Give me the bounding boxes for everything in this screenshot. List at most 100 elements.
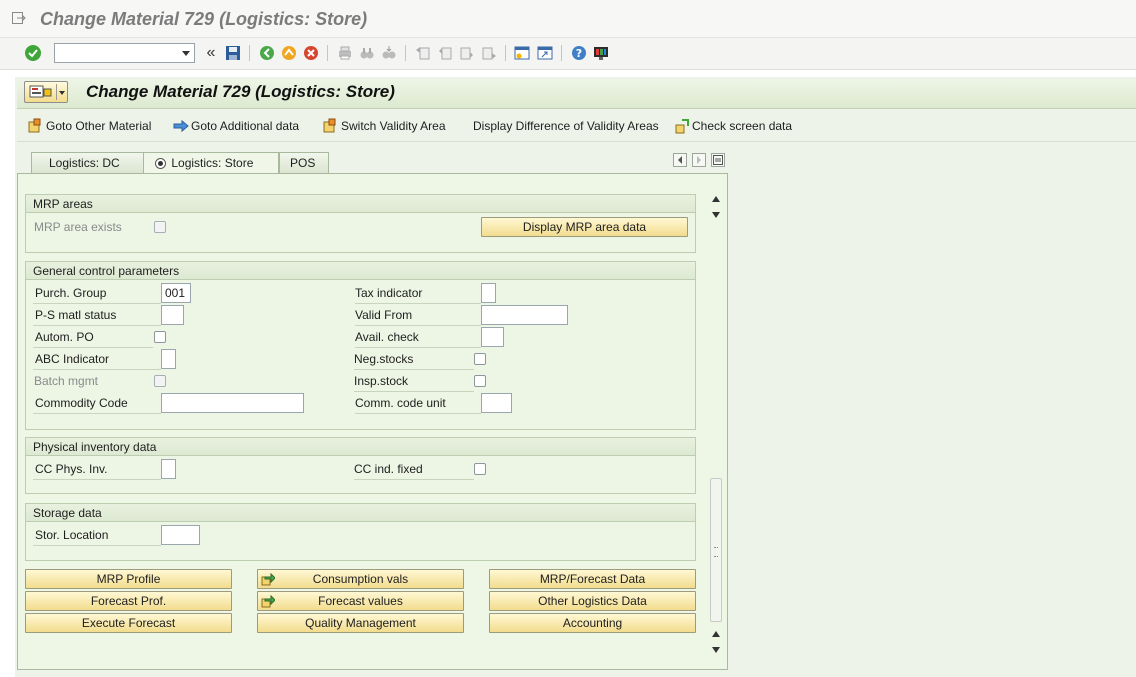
customize-layout-icon[interactable] [592, 44, 610, 62]
switch-validity-area-label: Switch Validity Area [341, 119, 446, 133]
mrp-forecast-data-button[interactable]: MRP/Forecast Data [489, 569, 696, 589]
find-next-icon[interactable] [380, 44, 398, 62]
cc-ind-fixed-checkbox[interactable] [474, 463, 486, 475]
stor-location-label: Stor. Location [33, 526, 161, 546]
quality-management-button[interactable]: Quality Management [257, 613, 464, 633]
next-page-icon[interactable] [458, 44, 476, 62]
standard-toolbar: « ? [0, 38, 1136, 70]
tax-indicator-input[interactable] [481, 283, 496, 303]
material-icon [28, 118, 44, 134]
tab-list-icon [713, 155, 723, 165]
vertical-scrollbar[interactable] [708, 190, 724, 660]
avail-check-input[interactable] [481, 327, 504, 347]
goto-other-material-button[interactable]: Goto Other Material [28, 117, 151, 135]
tab-pos[interactable]: POS [279, 152, 329, 173]
collapse-icon[interactable]: « [202, 44, 220, 62]
svg-text:?: ? [576, 47, 582, 60]
system-menu-button[interactable] [24, 81, 68, 103]
batch-mgmt-checkbox[interactable] [154, 375, 166, 387]
comm-code-unit-input[interactable] [481, 393, 512, 413]
group-title: Storage data [26, 504, 695, 522]
forecast-values-label: Forecast values [318, 594, 403, 608]
forecast-prof-button[interactable]: Forecast Prof. [25, 591, 232, 611]
tab-scroll-right-button[interactable] [692, 153, 706, 167]
window-title: Change Material 729 (Logistics: Store) [40, 9, 368, 29]
ps-matl-status-input[interactable] [161, 305, 184, 325]
goto-additional-data-label: Goto Additional data [191, 119, 300, 133]
group-title: MRP areas [26, 195, 695, 213]
comm-code-unit-label: Comm. code unit [355, 394, 481, 414]
cc-phys-inv-label: CC Phys. Inv. [33, 460, 161, 480]
window-title-bar: Change Material 729 (Logistics: Store) [0, 0, 1136, 38]
commodity-code-input[interactable] [161, 393, 304, 413]
switch-validity-area-button[interactable]: Switch Validity Area [323, 117, 446, 135]
display-mrp-area-data-button[interactable]: Display MRP area data [481, 217, 688, 237]
command-field[interactable] [54, 43, 195, 63]
page-title: Change Material 729 (Logistics: Store) [86, 82, 395, 101]
valid-from-input[interactable] [481, 305, 568, 325]
print-icon[interactable] [336, 44, 354, 62]
abc-indicator-label: ABC Indicator [33, 350, 161, 370]
tab-label: Logistics: Store [171, 156, 254, 170]
ps-matl-status-label: P-S matl status [33, 306, 161, 326]
first-page-icon[interactable] [414, 44, 432, 62]
consumption-vals-button[interactable]: Consumption vals [257, 569, 464, 589]
mrp-profile-button[interactable]: MRP Profile [25, 569, 232, 589]
valid-from-label: Valid From [355, 306, 481, 326]
group-title: General control parameters [26, 262, 695, 280]
tab-label: Logistics: DC [49, 156, 120, 170]
autom-po-checkbox[interactable] [154, 331, 166, 343]
stor-location-input[interactable] [161, 525, 200, 545]
check-screen-data-button[interactable]: Check screen data [674, 117, 792, 135]
cancel-icon[interactable] [302, 44, 320, 62]
commodity-code-label: Commodity Code [33, 394, 161, 414]
display-difference-button[interactable]: Display Difference of Validity Areas [473, 117, 659, 135]
other-logistics-data-button[interactable]: Other Logistics Data [489, 591, 696, 611]
check-screen-data-label: Check screen data [692, 119, 793, 133]
tab-list-button[interactable] [711, 153, 725, 167]
neg-stocks-checkbox[interactable] [474, 353, 486, 365]
goto-arrow-icon [261, 572, 275, 586]
goto-additional-data-button[interactable]: Goto Additional data [173, 117, 299, 135]
menu-exit-icon[interactable] [12, 12, 26, 24]
insp-stock-label: Insp.stock [354, 372, 474, 392]
forecast-values-button[interactable]: Forecast values [257, 591, 464, 611]
mrp-area-exists-checkbox[interactable] [154, 221, 166, 233]
tab-logistics-dc[interactable]: Logistics: DC [31, 152, 145, 173]
chevron-down-icon [59, 91, 65, 95]
scroll-down-icon[interactable] [712, 212, 720, 218]
previous-page-icon[interactable] [436, 44, 454, 62]
tab-logistics-store[interactable]: Logistics: Store [143, 152, 279, 174]
scroll-thumb[interactable] [710, 478, 722, 622]
purch-group-input[interactable]: 001 [161, 283, 191, 303]
help-icon[interactable]: ? [570, 44, 588, 62]
insp-stock-checkbox[interactable] [474, 375, 486, 387]
find-icon[interactable] [358, 44, 376, 62]
exit-icon[interactable] [280, 44, 298, 62]
save-icon[interactable] [224, 44, 242, 62]
tab-label: POS [290, 156, 316, 170]
accounting-button[interactable]: Accounting [489, 613, 696, 633]
tab-scroll-left-button[interactable] [673, 153, 687, 167]
display-difference-label: Display Difference of Validity Areas [473, 119, 659, 133]
goto-other-material-label: Goto Other Material [46, 119, 152, 133]
last-page-icon[interactable] [480, 44, 498, 62]
autom-po-label: Autom. PO [33, 328, 153, 348]
neg-stocks-label: Neg.stocks [354, 350, 474, 370]
switch-icon [323, 118, 339, 134]
abc-indicator-input[interactable] [161, 349, 176, 369]
back-icon[interactable] [258, 44, 276, 62]
arrow-right-icon [173, 118, 189, 134]
shortcut-icon[interactable] [536, 44, 554, 62]
consumption-vals-label: Consumption vals [312, 572, 409, 586]
create-session-icon[interactable] [513, 44, 531, 62]
tax-indicator-label: Tax indicator [355, 284, 481, 304]
enter-check-icon[interactable] [24, 44, 42, 62]
execute-forecast-button[interactable]: Execute Forecast [25, 613, 232, 633]
cc-phys-inv-input[interactable] [161, 459, 176, 479]
scroll-page-down-icon[interactable] [712, 647, 720, 653]
scroll-up-icon[interactable] [712, 196, 720, 202]
scroll-page-up-icon[interactable] [712, 631, 720, 637]
chevron-down-icon[interactable] [182, 51, 190, 56]
mrp-area-exists-label: MRP area exists [34, 220, 122, 234]
